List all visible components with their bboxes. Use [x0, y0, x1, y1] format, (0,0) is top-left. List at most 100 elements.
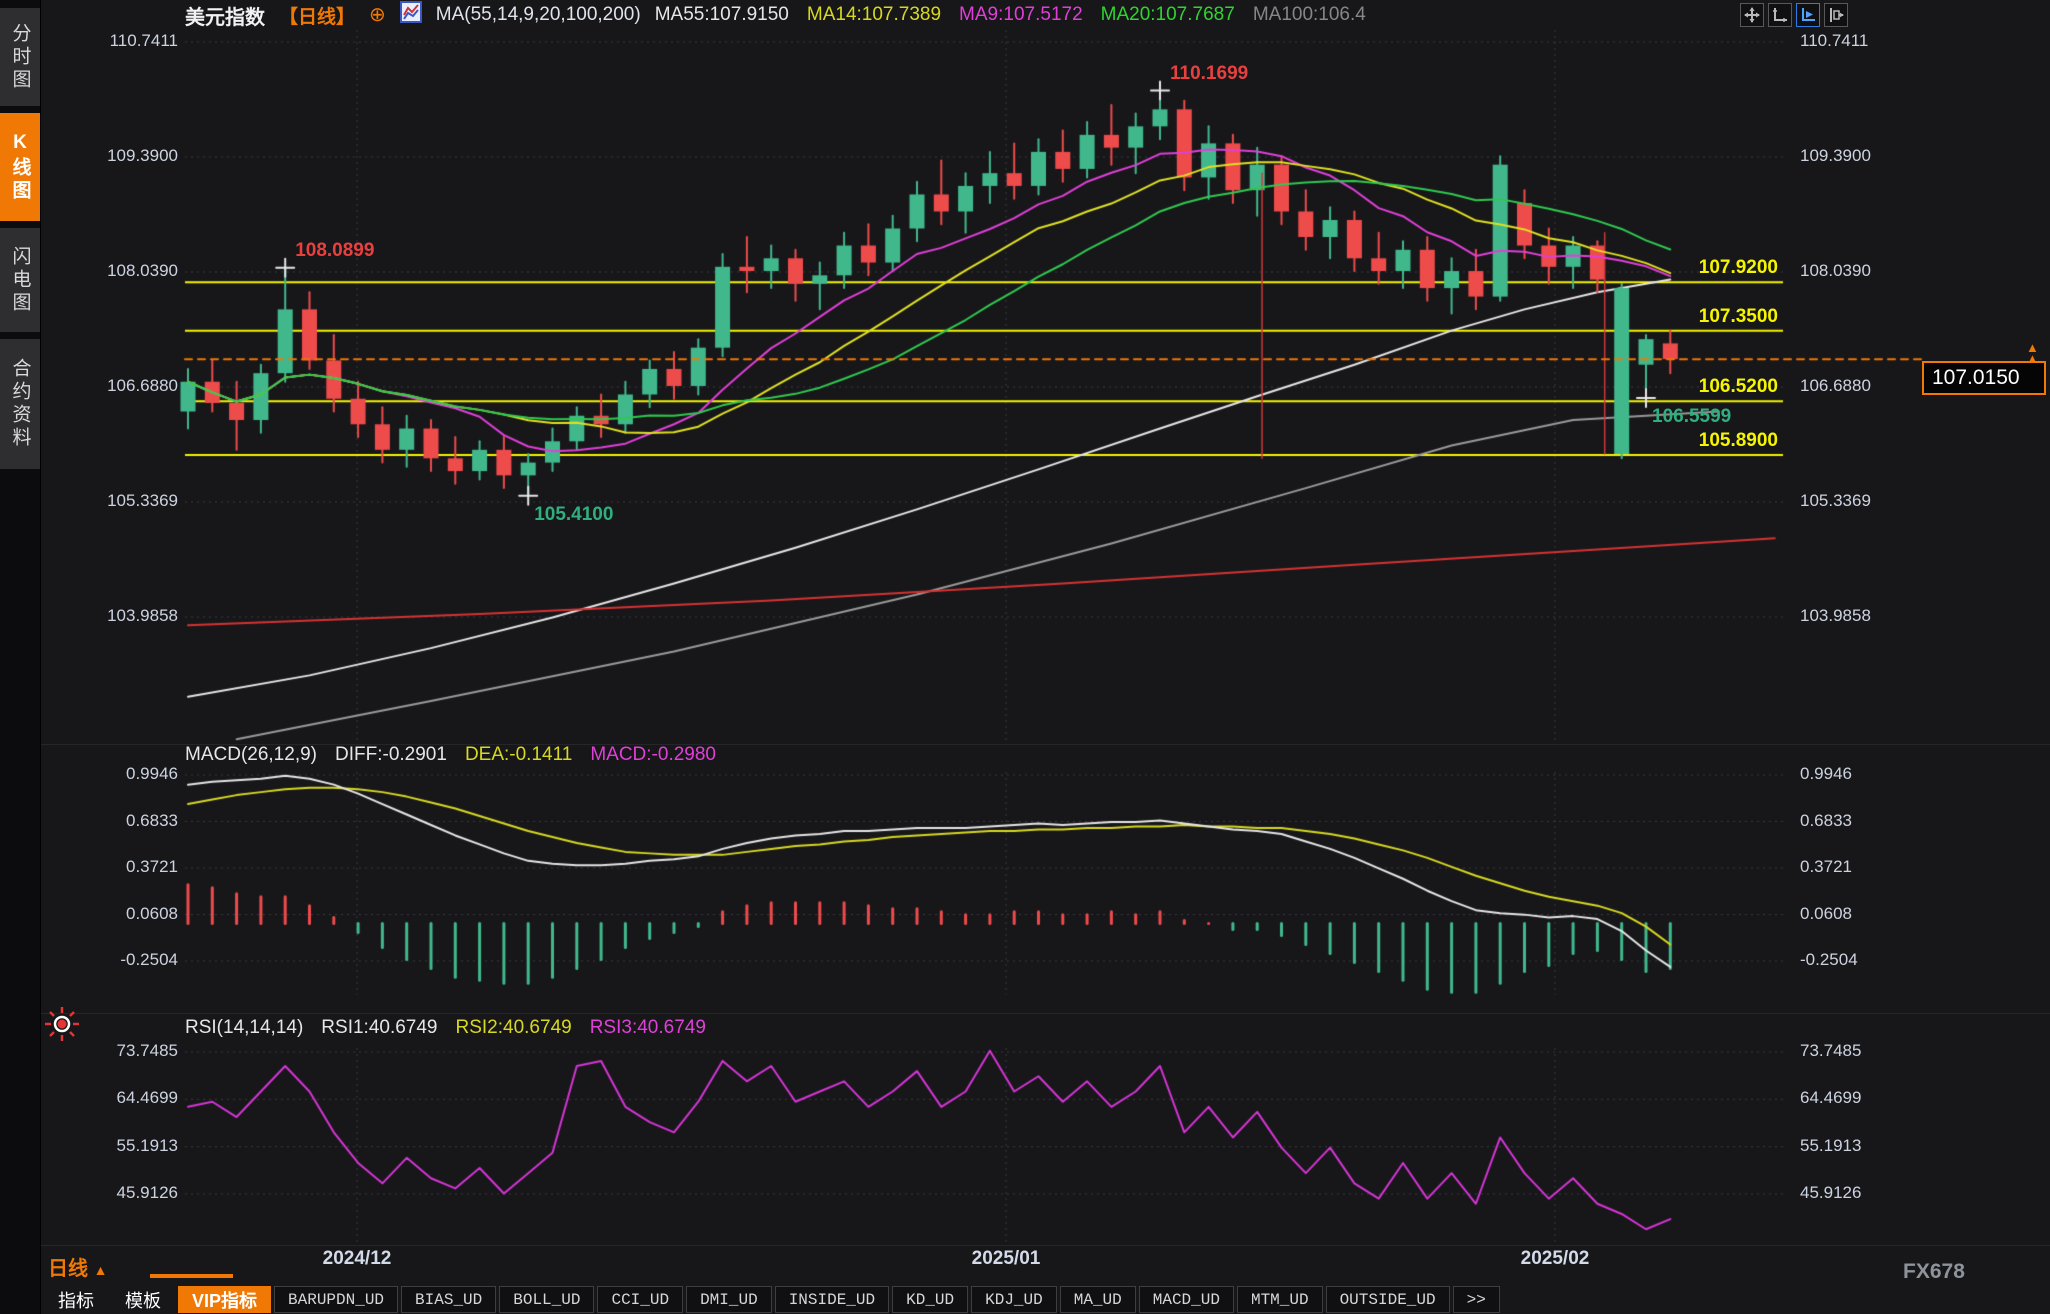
rsi-tick-left-1: 73.7485: [117, 1041, 178, 1061]
macd-value-2: DEA:-0.1411: [465, 744, 572, 766]
tab->>[interactable]: >>: [1453, 1286, 1500, 1313]
x-axis-label-2024-12: 2024/12: [323, 1248, 392, 1270]
watermark: FX678: [1903, 1260, 1965, 1284]
macd-tick-left-3: 0.3721: [126, 857, 178, 877]
level-label-107.9200: 107.9200: [1699, 257, 1778, 279]
left-sidebar: 分时图 K线图闪电图合约资料: [0, 0, 41, 1314]
current-price-value: 107.0150: [1932, 366, 2020, 390]
sidebar-item-1[interactable]: 分时图: [0, 8, 40, 106]
sidebar-item-4[interactable]: 合约资料: [0, 339, 40, 469]
price-tick-left-4: 106.6880: [107, 376, 178, 396]
period-arrow-icon: ▲: [94, 1262, 108, 1278]
price-tick-left-6: 103.9858: [107, 606, 178, 626]
mini-chart-icon[interactable]: [400, 1, 422, 29]
bar-offset-icon[interactable]: [1824, 3, 1848, 27]
ma-value-1: MA55:107.9150: [655, 4, 789, 26]
price-tick-right-4: 106.6880: [1800, 376, 1871, 396]
tab-kd-ud[interactable]: KD_UD: [892, 1286, 968, 1313]
macd-value-3: MACD:-0.2980: [590, 744, 716, 766]
macd-tick-left-4: 0.0608: [126, 904, 178, 924]
tab-vip指标[interactable]: VIP指标: [178, 1286, 271, 1313]
tab-barupdn-ud[interactable]: BARUPDN_UD: [274, 1286, 398, 1313]
price-tick-right-2: 109.3900: [1800, 146, 1871, 166]
macd-tick-right-4: 0.0608: [1800, 904, 1852, 924]
price-up-arrows-icon[interactable]: ▲▲: [2026, 342, 2039, 364]
chart-header: 美元指数 【日线】 ⊕ MA(55,14,9,20,100,200) MA55:…: [40, 0, 2050, 30]
symbol-title: 美元指数: [185, 1, 265, 30]
ma-value-2: MA14:107.7389: [807, 4, 941, 26]
price-tick-left-3: 108.0390: [107, 261, 178, 281]
pan-tool-icon[interactable]: [1740, 3, 1764, 27]
macd-tick-left-2: 0.6833: [126, 811, 178, 831]
ma-value-3: MA9:107.5172: [959, 4, 1083, 26]
macd-title: MACD(26,12,9): [185, 744, 317, 766]
tab-cci-ud[interactable]: CCI_UD: [597, 1286, 683, 1313]
macd-header: MACD(26,12,9) DIFF:-0.2901 DEA:-0.1411 MAC…: [185, 744, 716, 766]
price-tick-right-1: 110.7411: [1800, 31, 1868, 51]
tab-模板[interactable]: 模板: [111, 1286, 175, 1313]
macd-tick-left-1: 0.9946: [126, 764, 178, 784]
current-price-box: 107.0150: [1922, 361, 2046, 395]
macd-tick-right-2: 0.6833: [1800, 811, 1852, 831]
panel-separator: [40, 1013, 2050, 1014]
target-marker-icon[interactable]: [42, 1004, 82, 1049]
rsi-title: RSI(14,14,14): [185, 1017, 303, 1039]
level-label-107.3500: 107.3500: [1699, 306, 1778, 328]
price-tick-left-1: 110.7411: [110, 31, 178, 51]
circle-plus-icon[interactable]: ⊕: [369, 5, 386, 25]
period-tag[interactable]: 【日线】: [279, 2, 355, 29]
macd-tick-right-1: 0.9946: [1800, 764, 1852, 784]
rsi-value-2: RSI2:40.6749: [456, 1017, 572, 1039]
rsi-tick-right-4: 45.9126: [1800, 1183, 1861, 1203]
rsi-value-1: RSI1:40.6749: [321, 1017, 437, 1039]
macd-tick-left-5: -0.2504: [120, 950, 178, 970]
price-tick-right-6: 103.9858: [1800, 606, 1871, 626]
macd-tick-right-3: 0.3721: [1800, 857, 1852, 877]
swing-label-108.0899: 108.0899: [295, 240, 374, 262]
rsi-tick-right-1: 73.7485: [1800, 1041, 1861, 1061]
rsi-tick-left-3: 55.1913: [117, 1136, 178, 1156]
rsi-tick-right-2: 64.4699: [1800, 1088, 1861, 1108]
macd-tick-right-5: -0.2504: [1800, 950, 1858, 970]
ma-value-5: MA100:106.4: [1253, 4, 1366, 26]
macd-values: DIFF:-0.2901 DEA:-0.1411 MACD:-0.2980: [335, 744, 716, 766]
tab-macd-ud[interactable]: MACD_UD: [1139, 1286, 1234, 1313]
x-axis-label-2025-01: 2025/01: [972, 1248, 1041, 1270]
tab-bias-ud[interactable]: BIAS_UD: [401, 1286, 496, 1313]
rsi-values: RSI1:40.6749 RSI2:40.6749 RSI3:40.6749: [321, 1017, 706, 1039]
tab-指标[interactable]: 指标: [44, 1286, 108, 1313]
x-axis-label-2025-02: 2025/02: [1521, 1248, 1590, 1270]
tab-mtm-ud[interactable]: MTM_UD: [1237, 1286, 1323, 1313]
panel-separator: [40, 1245, 2050, 1246]
chart-canvas[interactable]: [0, 0, 2050, 1314]
sidebar-item-2[interactable]: K线图: [0, 113, 40, 221]
rsi-tick-right-3: 55.1913: [1800, 1136, 1861, 1156]
tab-dmi-ud[interactable]: DMI_UD: [686, 1286, 772, 1313]
ma-group-label: MA(55,14,9,20,100,200): [436, 4, 641, 26]
axis-pointer-icon[interactable]: [1796, 3, 1820, 27]
sidebar-item-3[interactable]: 闪电图: [0, 228, 40, 332]
toolbar: [1740, 3, 1848, 27]
scrollbar-thumb[interactable]: [150, 1274, 233, 1278]
price-tick-left-2: 109.3900: [107, 146, 178, 166]
macd-value-1: DIFF:-0.2901: [335, 744, 447, 766]
trading-app: 美元指数 【日线】 ⊕ MA(55,14,9,20,100,200) MA55:…: [0, 0, 2050, 1314]
rsi-tick-left-4: 45.9126: [117, 1183, 178, 1203]
price-tick-right-5: 105.3369: [1800, 491, 1871, 511]
rsi-header: RSI(14,14,14) RSI1:40.6749RSI2:40.6749RS…: [185, 1017, 706, 1039]
axis-scale-icon[interactable]: [1768, 3, 1792, 27]
bottom-tabbar: 指标模板VIP指标BARUPDN_UDBIAS_UDBOLL_UDCCI_UDD…: [44, 1285, 1500, 1314]
tab-outside-ud[interactable]: OUTSIDE_UD: [1326, 1286, 1450, 1313]
level-label-105.8900: 105.8900: [1699, 430, 1778, 452]
period-selector[interactable]: 日线 ▲: [48, 1252, 107, 1281]
tab-ma-ud[interactable]: MA_UD: [1060, 1286, 1136, 1313]
tab-boll-ud[interactable]: BOLL_UD: [499, 1286, 594, 1313]
ma-values: MA55:107.9150 MA14:107.7389 MA9:107.5172 MA…: [655, 4, 1366, 26]
swing-label-106.5599: 106.5599: [1652, 406, 1731, 428]
price-tick-left-5: 105.3369: [107, 491, 178, 511]
tab-inside-ud[interactable]: INSIDE_UD: [775, 1286, 889, 1313]
period-label: 日线: [48, 1258, 88, 1280]
rsi-value-3: RSI3:40.6749: [590, 1017, 706, 1039]
level-label-106.5200: 106.5200: [1699, 376, 1778, 398]
tab-kdj-ud[interactable]: KDJ_UD: [971, 1286, 1057, 1313]
